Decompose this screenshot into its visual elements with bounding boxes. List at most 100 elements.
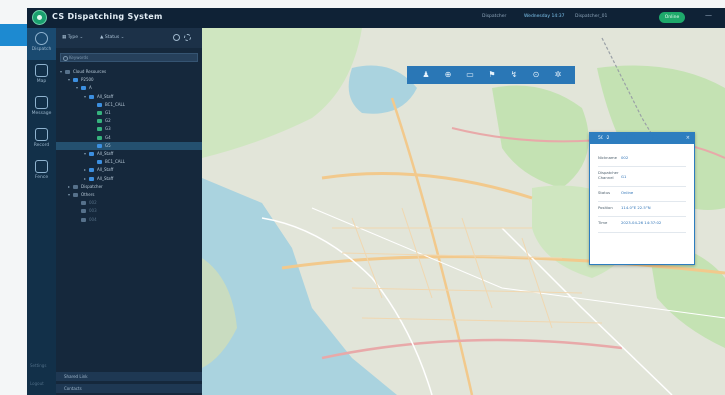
video-icon[interactable]	[652, 133, 661, 142]
nav-item-fence[interactable]: Fence	[27, 156, 56, 188]
device-icon	[89, 176, 94, 181]
tree-item-label: All_Staff	[97, 167, 114, 173]
nav-item-map[interactable]: Map	[27, 60, 56, 92]
tree-item[interactable]: 003	[56, 207, 202, 215]
group-icon	[97, 127, 102, 132]
divider	[598, 232, 686, 233]
folder-icon	[81, 209, 86, 214]
route-icon[interactable]: ↯	[509, 69, 519, 80]
message-icon	[35, 96, 48, 109]
tree-item[interactable]: 004	[56, 216, 202, 224]
tree-item[interactable]: G4	[56, 134, 202, 142]
folder-icon	[73, 193, 78, 197]
zoom-icon[interactable]: ⊙	[531, 69, 541, 80]
tree-item[interactable]: ▸ Dispatcher	[56, 183, 202, 191]
close-icon[interactable]: ×	[686, 133, 690, 144]
tree-item-label: G5	[105, 142, 111, 148]
tree-item[interactable]: BC1_CALL	[56, 158, 202, 166]
device-icon	[97, 143, 102, 148]
device-icon	[81, 86, 86, 91]
divider	[598, 216, 686, 217]
user-label: Dispatcher	[482, 14, 507, 19]
tree-item[interactable]: ▸ All_Staff	[56, 166, 202, 174]
device-icon	[89, 152, 94, 156]
refresh-icon[interactable]	[184, 34, 191, 41]
minimize-button[interactable]: —	[705, 11, 712, 19]
headset-icon	[35, 32, 48, 45]
nav-item-record[interactable]: Record	[27, 124, 56, 156]
filter-type-tab[interactable]: ▦ Type ⌄	[62, 35, 83, 40]
status-badge: Online	[659, 12, 685, 23]
nav-label: Record	[33, 143, 50, 148]
search-icon[interactable]	[173, 34, 180, 41]
date-label: Wednesday 14:37	[524, 14, 565, 19]
tree-item[interactable]: G5	[56, 141, 202, 150]
tree-item[interactable]: ▾ Others	[56, 191, 202, 199]
folder-icon	[81, 217, 86, 222]
shared-link-tab[interactable]: Shared Link	[56, 372, 202, 381]
side-accent	[0, 24, 27, 46]
tree-item[interactable]: G2	[56, 117, 202, 125]
folder-icon	[73, 184, 78, 189]
fence-icon	[35, 160, 48, 173]
resource-tree-panel: ▦ Type ⌄ ▲ Status ⌄ Keywords ▾ Cloud Reso…	[56, 28, 202, 395]
map-toolbar: ♟ ⊕ ▭ ⚑ ↯ ⊙ ✲	[407, 66, 575, 84]
title-bar: CS Dispatching System Dispatcher Wednesd…	[27, 8, 725, 28]
call-icon[interactable]	[600, 133, 609, 142]
group-icon	[97, 135, 102, 140]
tree-item-label: A	[89, 85, 92, 91]
account-label[interactable]: Dispatcher_01	[575, 14, 607, 19]
tree-item[interactable]: ▾ Cloud Resources	[56, 68, 202, 76]
tree-item[interactable]: ▸ All_Staff	[56, 175, 202, 183]
flag-icon[interactable]: ⚑	[487, 69, 497, 80]
tree-item-label: BC1_CALL	[105, 101, 125, 107]
tree-item-label: 003	[89, 208, 97, 214]
group-icon	[97, 111, 102, 115]
tree-item-label: G1	[105, 110, 111, 115]
logout-link[interactable]: Logout	[30, 381, 44, 386]
app-window: CS Dispatching System Dispatcher Wednesd…	[27, 8, 725, 395]
field-label: Status	[598, 190, 611, 195]
nav-label: Message	[31, 111, 52, 116]
nav-label: Dispatch	[31, 47, 52, 52]
divider	[598, 201, 686, 202]
field-value: 002	[621, 155, 629, 160]
tree-item-label: Dispatcher	[81, 183, 103, 189]
field-label: Time	[598, 220, 608, 225]
tree-item[interactable]: 002	[56, 199, 202, 207]
map-icon	[35, 64, 48, 77]
tree-item[interactable]: ▾ P2500	[56, 76, 202, 84]
tree-item-label: 004	[89, 216, 97, 222]
map-view[interactable]: ♟ ⊕ ▭ ⚑ ↯ ⊙ ✲ 5002 × Nickname 002 Dispatcher C…	[202, 28, 725, 395]
settings-icon[interactable]: ✲	[553, 69, 563, 80]
field-value: Online	[621, 190, 634, 195]
tree-item[interactable]: ▾ All_Staff	[56, 93, 202, 101]
tree-item[interactable]: G3	[56, 125, 202, 133]
layer-icon[interactable]: ▭	[465, 69, 475, 80]
field-label: Position	[598, 205, 613, 210]
tree-item[interactable]: ▾ A	[56, 84, 202, 92]
tree-item[interactable]: G1	[56, 109, 202, 117]
device-icon	[97, 102, 102, 107]
nav-label: Fence	[34, 175, 49, 180]
nav-item-dispatch[interactable]: Dispatch	[27, 28, 56, 60]
field-label: Nickname	[598, 155, 617, 160]
tree-item[interactable]: BC1_CALL	[56, 101, 202, 109]
tree-item-label: P2500	[81, 77, 94, 83]
tree-item-label: All_Staff	[97, 151, 114, 156]
locate-icon[interactable]: ⊕	[443, 69, 453, 80]
nav-label: Map	[36, 79, 47, 84]
message-icon[interactable]	[626, 133, 635, 142]
field-value: 114.0°E 22.5°N	[621, 205, 651, 210]
settings-link[interactable]: Settings	[30, 363, 46, 368]
device-icon	[97, 160, 102, 165]
filter-status-tab[interactable]: ▲ Status ⌄	[100, 35, 124, 40]
tree-item-label: BC1_CALL	[105, 159, 125, 165]
tree-item-label: All_Staff	[97, 175, 114, 181]
tree-search-input[interactable]: Keywords	[60, 53, 198, 62]
tree-item[interactable]: ▾ All_Staff	[56, 150, 202, 158]
nav-item-message[interactable]: Message	[27, 92, 56, 124]
tree-toolbar: ▦ Type ⌄ ▲ Status ⌄	[56, 28, 202, 48]
contacts-tab[interactable]: Contacts	[56, 384, 202, 393]
person-icon[interactable]: ♟	[421, 69, 431, 80]
